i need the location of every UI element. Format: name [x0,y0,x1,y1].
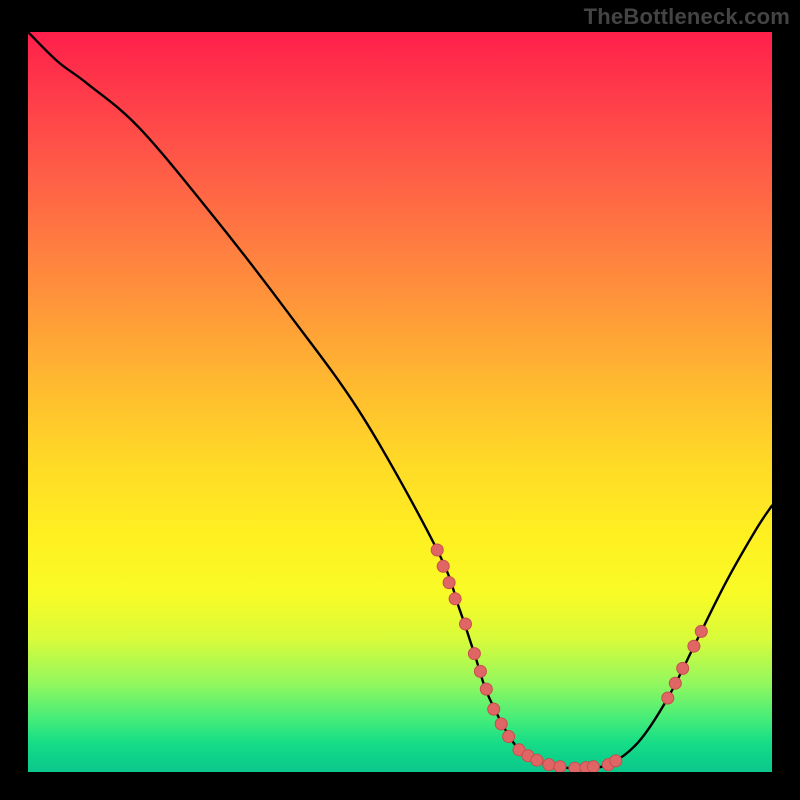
data-marker [587,761,599,772]
data-marker [662,692,674,704]
data-marker [449,593,461,605]
data-marker [610,755,622,767]
data-marker [543,759,555,771]
data-marker [443,577,455,589]
data-marker [480,683,492,695]
bottleneck-curve [28,32,772,768]
data-marker [569,762,581,772]
data-marker [669,677,681,689]
data-marker [474,665,486,677]
data-marker [688,640,700,652]
marker-layer [431,544,707,772]
chart-frame: TheBottleneck.com [0,0,800,800]
data-marker [437,560,449,572]
data-marker [677,662,689,674]
data-marker [431,544,443,556]
plot-area [28,32,772,772]
data-marker [503,731,515,743]
data-marker [488,703,500,715]
chart-svg [28,32,772,772]
data-marker [495,718,507,730]
data-marker [554,761,566,772]
data-marker [531,754,543,766]
watermark-text: TheBottleneck.com [584,4,790,30]
data-marker [468,648,480,660]
data-marker [695,625,707,637]
data-marker [460,618,472,630]
